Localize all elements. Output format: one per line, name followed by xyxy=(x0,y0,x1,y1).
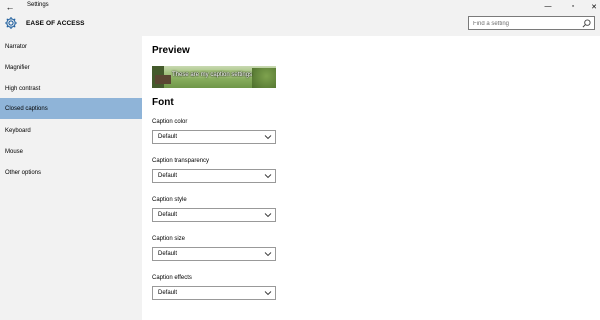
chevron-down-icon xyxy=(264,252,272,257)
chevron-down-icon xyxy=(264,135,272,140)
caption-effects-dropdown[interactable]: Default xyxy=(152,286,276,300)
font-heading: Font xyxy=(152,97,174,108)
title-bar: ← Settings — ▫ ✕ xyxy=(0,0,600,13)
search-icon[interactable] xyxy=(582,19,591,28)
gear-icon xyxy=(5,17,17,29)
preview-hut xyxy=(155,75,171,84)
sidebar-item-keyboard[interactable]: Keyboard xyxy=(0,120,142,141)
dropdown-value: Default xyxy=(158,173,178,179)
caption-transparency-dropdown[interactable]: Default xyxy=(152,169,276,183)
caption-color-label: Caption color xyxy=(152,119,188,125)
maximize-icon: ▫ xyxy=(571,3,575,10)
sidebar-item-closed-captions[interactable]: Closed captions xyxy=(0,98,142,119)
minimize-icon: — xyxy=(544,3,552,10)
chevron-down-icon xyxy=(264,174,272,179)
preview-heading: Preview xyxy=(152,45,190,56)
preview-tree xyxy=(252,68,276,88)
dropdown-value: Default xyxy=(158,134,178,140)
sidebar-item-other-options[interactable]: Other options xyxy=(0,162,142,183)
section-title: EASE OF ACCESS xyxy=(26,20,85,27)
sidebar-item-high-contrast[interactable]: High contrast xyxy=(0,78,142,99)
sidebar: Narrator Magnifier High contrast Closed … xyxy=(0,36,142,320)
back-button[interactable]: ← xyxy=(0,0,20,13)
chevron-down-icon xyxy=(264,213,272,218)
caption-style-dropdown[interactable]: Default xyxy=(152,208,276,222)
caption-effects-label: Caption effects xyxy=(152,275,192,281)
sidebar-item-label: Other options xyxy=(5,169,42,176)
sidebar-item-label: Keyboard xyxy=(5,127,31,134)
sidebar-item-label: Narrator xyxy=(5,43,28,50)
sidebar-item-label: Mouse xyxy=(5,148,24,155)
sidebar-item-magnifier[interactable]: Magnifier xyxy=(0,57,142,78)
window-title: Settings xyxy=(27,2,49,8)
dropdown-value: Default xyxy=(158,251,178,257)
search-input[interactable] xyxy=(473,18,578,29)
caption-style-label: Caption style xyxy=(152,197,187,203)
minimize-button[interactable]: — xyxy=(538,0,558,13)
caption-size-label: Caption size xyxy=(152,236,186,242)
back-arrow-icon: ← xyxy=(5,1,15,12)
search-box[interactable] xyxy=(468,16,595,30)
caption-transparency-label: Caption transparency xyxy=(152,158,210,164)
caption-preview-image: These are my caption settings xyxy=(152,66,276,88)
close-icon: ✕ xyxy=(591,3,597,11)
sidebar-item-label: Magnifier xyxy=(5,64,30,71)
preview-caption-text: These are my caption settings xyxy=(172,72,253,78)
page-header: EASE OF ACCESS xyxy=(0,13,600,36)
maximize-button[interactable]: ▫ xyxy=(563,0,583,13)
dropdown-value: Default xyxy=(158,212,178,218)
close-button[interactable]: ✕ xyxy=(584,0,600,13)
dropdown-value: Default xyxy=(158,290,178,296)
sidebar-item-label: High contrast xyxy=(5,85,41,92)
main-content: Preview These are my caption settings Fo… xyxy=(142,36,600,320)
chevron-down-icon xyxy=(264,291,272,296)
sidebar-item-narrator[interactable]: Narrator xyxy=(0,36,142,57)
sidebar-item-label: Closed captions xyxy=(5,105,48,112)
caption-size-dropdown[interactable]: Default xyxy=(152,247,276,261)
caption-color-dropdown[interactable]: Default xyxy=(152,130,276,144)
sidebar-item-mouse[interactable]: Mouse xyxy=(0,141,142,162)
